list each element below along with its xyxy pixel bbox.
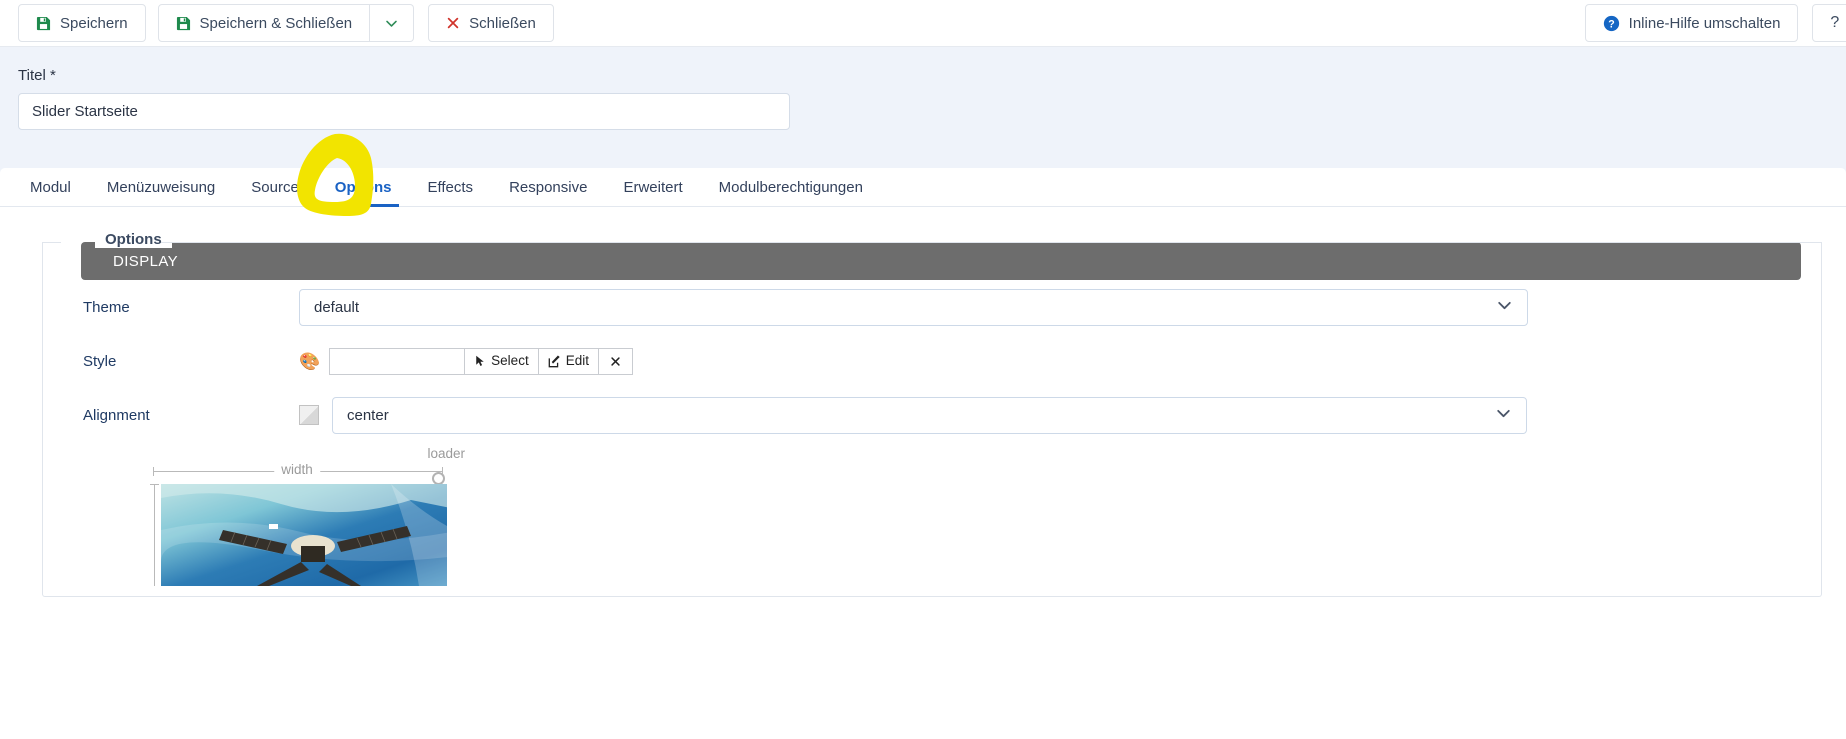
title-panel: Titel *	[0, 47, 1846, 156]
alignment-label: Alignment	[83, 406, 150, 424]
alignment-select[interactable]: center	[332, 396, 1527, 434]
style-clear-button[interactable]	[597, 347, 633, 375]
options-fieldset: Options DISPLAY Theme default Style 🎨 Se…	[42, 231, 1822, 597]
tab-source-label: Source	[251, 178, 299, 196]
display-section-header-label: DISPLAY	[113, 252, 179, 270]
tab-effects[interactable]: Effects	[409, 168, 491, 206]
close-button-label: Schließen	[469, 14, 536, 32]
preview-image	[161, 484, 447, 586]
style-edit-button[interactable]: Edit	[537, 347, 598, 375]
alignment-control: center	[299, 396, 1801, 434]
tab-panel-wrapper: Modul Menüzuweisung Source Options Effec…	[0, 156, 1846, 207]
tab-modulberechtigungen-label: Modulberechtigungen	[718, 178, 863, 196]
save-dropdown-button[interactable]	[370, 4, 415, 42]
loader-label: loader	[427, 446, 465, 461]
close-button[interactable]: Schließen	[428, 4, 554, 42]
inline-help-toggle-button[interactable]: ? Inline-Hilfe umschalten	[1584, 4, 1799, 42]
chevron-down-icon	[1495, 405, 1512, 426]
help-button[interactable]: ? Hilf	[1812, 4, 1846, 42]
display-section-header: DISPLAY	[81, 242, 1801, 280]
style-control: 🎨 Select Edit	[299, 347, 1801, 375]
style-edit-button-label: Edit	[565, 353, 589, 369]
tab-modulberechtigungen[interactable]: Modulberechtigungen	[701, 168, 881, 206]
style-field-group: 🎨 Select Edit	[299, 347, 633, 375]
tab-source[interactable]: Source	[233, 168, 317, 206]
tab-menuezuweisung[interactable]: Menüzuweisung	[89, 168, 233, 206]
style-select-button[interactable]: Select	[464, 347, 538, 375]
alignment-preview-swatch-icon	[299, 405, 319, 425]
width-dimension-guide: width loader	[147, 446, 465, 485]
question-mark-icon: ?	[1830, 14, 1840, 31]
edit-pencil-icon	[548, 354, 561, 368]
chevron-down-icon	[384, 16, 399, 31]
close-x-icon	[446, 16, 460, 30]
theme-row: Theme default	[81, 280, 1801, 334]
chevron-down-icon	[1496, 297, 1513, 318]
tab-erweitert-label: Erweitert	[623, 178, 683, 196]
alignment-select-value: center	[347, 406, 389, 424]
slider-size-preview: width loader	[147, 446, 465, 586]
tab-modul-label: Modul	[30, 178, 71, 196]
tab-bar: Modul Menüzuweisung Source Options Effec…	[0, 168, 1846, 207]
tab-effects-label: Effects	[427, 178, 474, 196]
editor-toolbar: Speichern Speichern & Schließen Schließe…	[0, 0, 1846, 47]
style-input[interactable]	[329, 347, 465, 375]
theme-control: default	[299, 288, 1801, 326]
tab-menuezuweisung-label: Menüzuweisung	[106, 178, 216, 196]
svg-text:?: ?	[1608, 18, 1614, 30]
inline-help-toggle-label: Inline-Hilfe umschalten	[1628, 14, 1781, 32]
style-label: Style	[83, 352, 117, 370]
tab-modul[interactable]: Modul	[12, 168, 89, 206]
save-icon	[36, 16, 51, 31]
close-x-icon	[610, 356, 621, 367]
style-row: Style 🎨 Select Edit	[81, 334, 1801, 388]
cursor-arrow-icon	[474, 355, 486, 367]
title-field-label: Titel *	[18, 67, 56, 84]
style-select-button-label: Select	[491, 353, 529, 369]
save-button[interactable]: Speichern	[18, 4, 146, 42]
theme-select[interactable]: default	[299, 288, 1528, 326]
save-and-close-button[interactable]: Speichern & Schließen	[157, 4, 371, 42]
theme-select-value: default	[314, 298, 360, 316]
tab-erweitert[interactable]: Erweitert	[605, 168, 700, 206]
save-button-label: Speichern	[60, 14, 128, 32]
tab-content-options: Options DISPLAY Theme default Style 🎨 Se…	[0, 231, 1846, 597]
help-circle-icon: ?	[1603, 15, 1620, 32]
preview-image-block	[147, 484, 447, 586]
tab-options-label: Options	[334, 178, 392, 196]
alignment-row: Alignment center	[81, 388, 1801, 442]
width-dimension-label: width	[274, 462, 320, 477]
options-fieldset-legend: Options	[95, 231, 172, 248]
save-icon	[176, 16, 191, 31]
tab-options[interactable]: Options	[317, 168, 410, 207]
palette-icon: 🎨	[299, 351, 321, 371]
tab-responsive[interactable]: Responsive	[491, 168, 605, 206]
theme-label: Theme	[83, 298, 130, 316]
save-close-button-group: Speichern & Schließen	[157, 4, 415, 42]
title-input[interactable]	[18, 93, 790, 130]
height-dimension-guide-icon	[147, 484, 161, 586]
tab-responsive-label: Responsive	[509, 178, 588, 196]
save-and-close-button-label: Speichern & Schließen	[199, 14, 353, 32]
